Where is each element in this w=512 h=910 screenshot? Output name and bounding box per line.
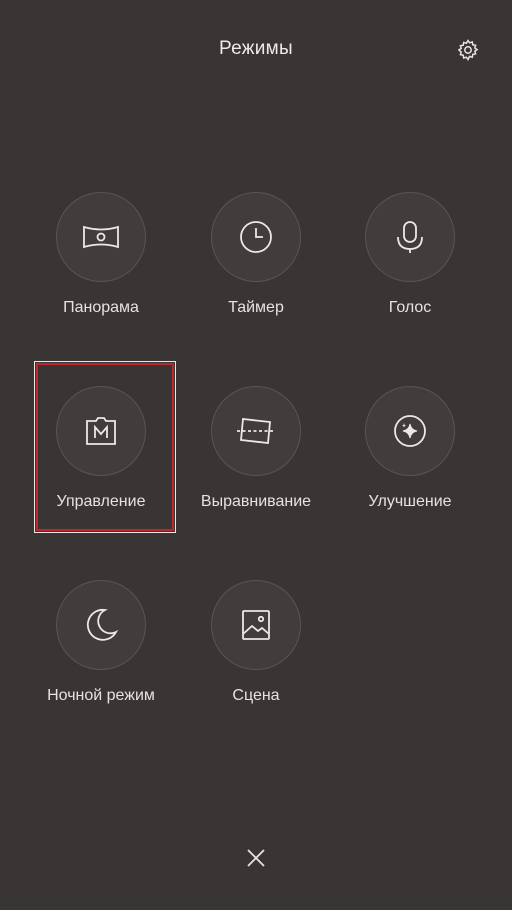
mode-button-circle[interactable] — [365, 386, 455, 476]
mode-label: Сцена — [232, 687, 280, 704]
mode-label: Выравнивание — [200, 493, 312, 510]
mode-manual[interactable]: Управление — [24, 386, 178, 511]
manual-m-icon — [86, 417, 116, 445]
mode-button-circle[interactable] — [365, 192, 455, 282]
settings-button[interactable] — [454, 36, 482, 64]
mode-button-circle[interactable] — [56, 580, 146, 670]
mode-button-circle[interactable] — [56, 192, 146, 282]
microphone-icon — [397, 221, 423, 253]
close-icon — [247, 849, 265, 867]
mode-button-circle[interactable] — [211, 386, 301, 476]
page-title: Режимы — [218, 38, 294, 59]
straighten-icon — [237, 418, 275, 444]
close-button[interactable] — [242, 844, 270, 872]
sparkle-icon — [394, 415, 426, 447]
mode-label: Панорама — [63, 299, 139, 316]
mode-label: Голос — [388, 299, 432, 316]
mode-panorama[interactable]: Панорама — [24, 192, 178, 317]
mode-button-circle[interactable] — [211, 580, 301, 670]
mode-timer[interactable]: Таймер — [179, 192, 333, 317]
mode-label: Улучшение — [368, 493, 452, 510]
mode-label: Управление — [56, 493, 146, 510]
mode-button-circle[interactable] — [211, 192, 301, 282]
mode-button-circle[interactable] — [56, 386, 146, 476]
mode-night[interactable]: Ночной режим — [24, 580, 178, 705]
mode-label: Ночной режим — [47, 687, 155, 704]
mode-enhance[interactable]: Улучшение — [333, 386, 487, 511]
clock-icon — [240, 221, 272, 253]
mode-straighten[interactable]: Выравнивание — [179, 386, 333, 511]
panorama-icon — [83, 225, 119, 249]
gear-icon — [457, 39, 479, 61]
image-icon — [242, 610, 270, 640]
moon-icon — [86, 608, 119, 641]
mode-label: Таймер — [228, 299, 284, 316]
mode-voice[interactable]: Голос — [333, 192, 487, 317]
mode-scene[interactable]: Сцена — [179, 580, 333, 705]
